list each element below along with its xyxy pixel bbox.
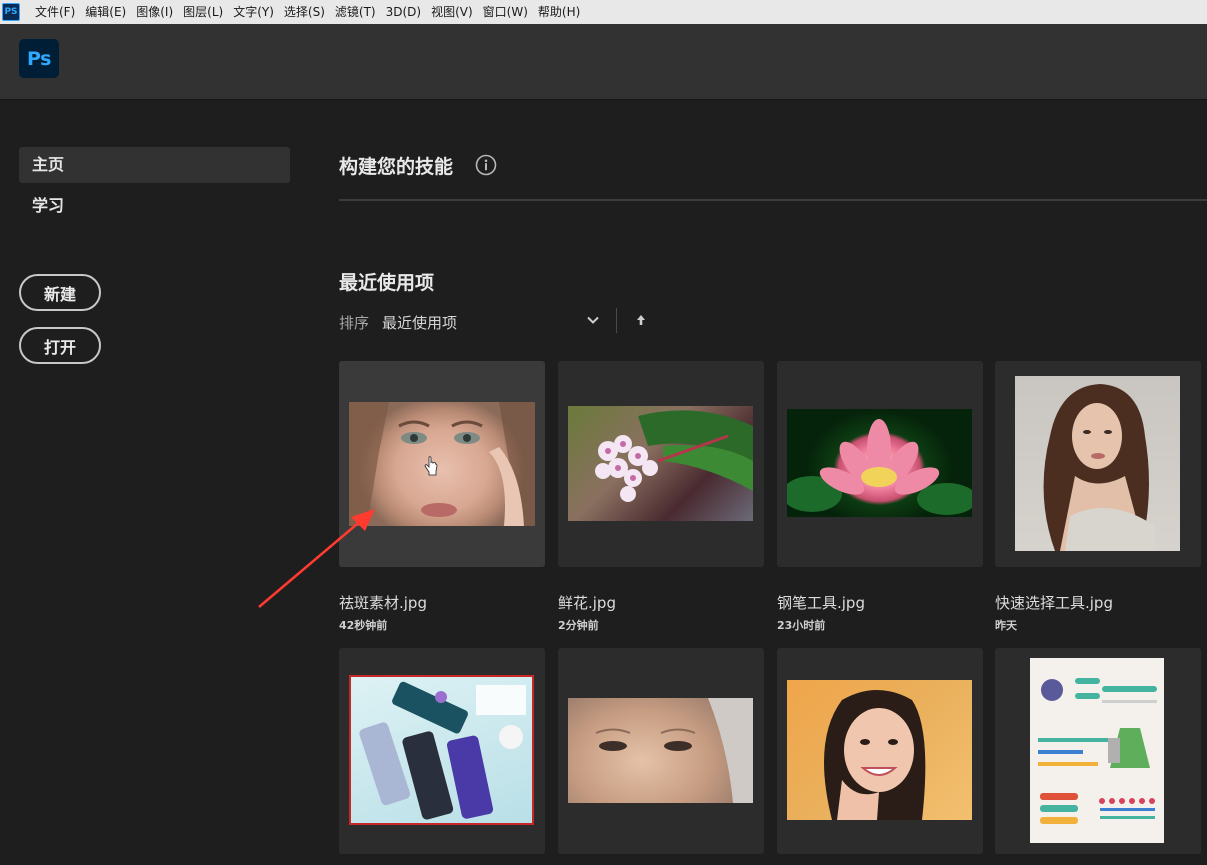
file-time: 2分钟前 bbox=[558, 619, 599, 632]
open-button[interactable]: 打开 bbox=[19, 327, 101, 364]
section-divider bbox=[339, 199, 1207, 201]
file-name[interactable]: 钢笔工具.jpg bbox=[777, 592, 865, 613]
recent-file-card[interactable] bbox=[558, 361, 764, 567]
menu-file[interactable]: 文件(F) bbox=[30, 0, 80, 24]
menu-edit[interactable]: 编辑(E) bbox=[80, 0, 131, 24]
recent-title: 最近使用项 bbox=[339, 272, 435, 294]
thumbnail-infographic bbox=[1030, 658, 1164, 843]
recent-file-card[interactable] bbox=[777, 648, 983, 854]
chevron-down-icon[interactable] bbox=[586, 313, 600, 327]
thumbnail-flower bbox=[568, 406, 753, 521]
recent-file-card[interactable] bbox=[995, 361, 1201, 567]
menu-select[interactable]: 选择(S) bbox=[279, 0, 330, 24]
thumbnail-smiling-girl bbox=[787, 680, 972, 820]
recent-file-card[interactable] bbox=[995, 648, 1201, 854]
menu-bar: PS 文件(F) 编辑(E) 图像(I) 图层(L) 文字(Y) 选择(S) 滤… bbox=[0, 0, 1207, 24]
sort-label: 排序 bbox=[339, 314, 370, 332]
thumbnail-phones bbox=[349, 675, 534, 825]
ps-logo: Ps bbox=[19, 39, 59, 78]
sort-dropdown[interactable]: 最近使用项 bbox=[382, 312, 457, 333]
menu-help[interactable]: 帮助(H) bbox=[533, 0, 585, 24]
file-time: 23小时前 bbox=[777, 619, 826, 632]
sort-order-up-icon[interactable] bbox=[635, 313, 647, 327]
file-time: 42秒钟前 bbox=[339, 619, 388, 632]
menu-window[interactable]: 窗口(W) bbox=[478, 0, 533, 24]
sidebar-item-learn[interactable]: 学习 bbox=[19, 188, 290, 224]
thumbnail-lotus bbox=[787, 409, 972, 517]
thumbnail-face-close-up bbox=[349, 402, 535, 526]
menu-view[interactable]: 视图(V) bbox=[426, 0, 478, 24]
info-icon[interactable] bbox=[475, 154, 497, 176]
file-name[interactable]: 祛斑素材.jpg bbox=[339, 592, 427, 613]
file-name[interactable]: 鲜花.jpg bbox=[558, 592, 616, 613]
recent-file-card[interactable] bbox=[339, 361, 545, 567]
file-time: 昨天 bbox=[995, 619, 1017, 632]
new-button[interactable]: 新建 bbox=[19, 274, 101, 311]
skills-title: 构建您的技能 bbox=[339, 156, 454, 178]
recent-file-card[interactable] bbox=[777, 361, 983, 567]
app-header: Ps bbox=[0, 24, 1207, 99]
hand-cursor-icon bbox=[424, 456, 438, 476]
sidebar: 主页 学习 新建 打开 bbox=[0, 100, 310, 865]
sort-separator bbox=[616, 308, 617, 333]
menu-filter[interactable]: 滤镜(T) bbox=[330, 0, 381, 24]
thumbnail-older-face bbox=[568, 698, 753, 803]
sidebar-item-home[interactable]: 主页 bbox=[19, 147, 290, 183]
menu-layer[interactable]: 图层(L) bbox=[178, 0, 228, 24]
menu-type[interactable]: 文字(Y) bbox=[228, 0, 279, 24]
recent-file-card[interactable] bbox=[558, 648, 764, 854]
menu-image[interactable]: 图像(I) bbox=[131, 0, 178, 24]
photoshop-home-screen: PS 文件(F) 编辑(E) 图像(I) 图层(L) 文字(Y) 选择(S) 滤… bbox=[0, 0, 1207, 865]
thumbnail-woman-portrait bbox=[1015, 376, 1180, 551]
recent-file-card[interactable] bbox=[339, 648, 545, 854]
app-icon[interactable]: PS bbox=[2, 3, 20, 21]
file-name[interactable]: 快速选择工具.jpg bbox=[995, 592, 1113, 613]
menu-3d[interactable]: 3D(D) bbox=[381, 0, 426, 24]
